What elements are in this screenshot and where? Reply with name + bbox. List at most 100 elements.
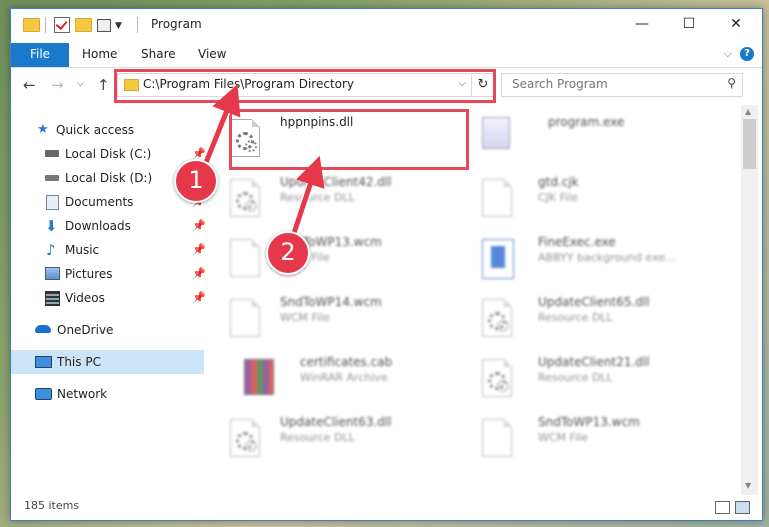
vertical-scrollbar[interactable]: ▲ ▼ (741, 105, 758, 495)
tab-home[interactable]: Home (82, 43, 117, 67)
dll-icon (230, 179, 260, 217)
up-icon[interactable]: ↑ (97, 76, 110, 94)
app-icon (482, 239, 514, 279)
tab-view[interactable]: View (198, 43, 226, 67)
help-icon[interactable]: ? (740, 47, 754, 61)
file-name: UpdateClient65.dll (538, 295, 650, 309)
search-icon[interactable]: ⚲ (727, 76, 736, 90)
pictures-icon (45, 267, 60, 280)
file-item[interactable]: certificates.cab WinRAR Archive (208, 349, 453, 407)
file-item[interactable]: FineExec.exe ABBYY background exe... (460, 229, 705, 287)
window-title: Program (151, 17, 202, 31)
file-type: WCM File (280, 311, 330, 324)
file-name: SndToWP13.wcm (538, 415, 640, 429)
recent-locations-icon[interactable]: ⌵ (77, 79, 84, 89)
download-icon: ⬇ (45, 217, 58, 235)
file-item[interactable]: UpdateClient65.dll Resource DLL (460, 289, 705, 347)
search-input[interactable]: Search Program (512, 77, 608, 91)
tab-share[interactable]: Share (141, 43, 176, 67)
file-name: UpdateClient42.dll (280, 175, 392, 189)
folder-icon (23, 18, 40, 32)
file-name: program.exe (548, 115, 625, 129)
minimize-button[interactable]: — (625, 13, 659, 37)
properties-icon[interactable] (97, 19, 111, 32)
title-bar: ▼ Program — ☐ ✕ (11, 9, 762, 41)
sidebar-item-downloads[interactable]: ⬇ Downloads 📌 (11, 214, 206, 238)
pin-icon[interactable]: 📌 (192, 214, 206, 238)
file-name: UpdateClient63.dll (280, 415, 392, 429)
close-button[interactable]: ✕ (719, 13, 753, 37)
pin-icon[interactable]: 📌 (192, 238, 206, 262)
file-item[interactable]: UpdateClient42.dll Resource DLL (208, 169, 453, 227)
item-count: 185 items (24, 499, 80, 512)
sidebar-item-label: Local Disk (C:) (65, 147, 152, 161)
large-icons-view-icon[interactable] (735, 501, 750, 514)
file-icon (230, 239, 260, 277)
sidebar-item-documents[interactable]: Documents 📌 (11, 190, 206, 214)
sidebar-item-label: Documents (65, 195, 134, 209)
file-icon (230, 299, 260, 337)
file-item[interactable]: SndToWP14.wcm WCM File (208, 289, 453, 347)
file-type: ABBYY background exe... (538, 251, 676, 264)
divider (137, 17, 138, 33)
dll-icon (230, 419, 260, 457)
exe-icon (482, 117, 510, 149)
maximize-button[interactable]: ☐ (672, 13, 706, 37)
documents-icon (46, 195, 59, 210)
file-type: Resource DLL (280, 431, 355, 444)
dll-icon (482, 299, 512, 337)
ribbon-tabs: File Home Share View ⌵ ? (11, 41, 762, 68)
file-item[interactable]: SndToWP13.wcm WCM File (208, 229, 453, 287)
file-type: WinRAR Archive (300, 371, 388, 384)
pin-icon[interactable]: 📌 (192, 262, 206, 286)
sidebar-item-quick-access[interactable]: ★ Quick access (11, 118, 204, 142)
search-box[interactable]: Search Program ⚲ (501, 73, 743, 97)
new-folder-icon[interactable] (75, 18, 92, 32)
music-icon: ♪ (46, 241, 56, 259)
drive-icon (45, 175, 59, 181)
file-item[interactable]: gtd.cjk CJK File (460, 169, 705, 227)
sidebar-item-label: Pictures (65, 267, 113, 281)
properties-check-icon[interactable] (54, 17, 70, 33)
computer-icon (35, 356, 52, 368)
details-view-icon[interactable] (715, 501, 730, 514)
star-icon: ★ (37, 122, 49, 137)
sidebar-item-label: OneDrive (57, 323, 114, 337)
status-bar: 185 items (11, 497, 762, 519)
file-item-program-exe[interactable]: program.exe (460, 109, 705, 167)
sidebar-item-music[interactable]: ♪ Music 📌 (11, 238, 206, 262)
navigation-pane: ★ Quick access Local Disk (C:) 📌 Local D… (11, 105, 207, 495)
scroll-up-icon[interactable]: ▲ (745, 107, 751, 116)
sidebar-item-onedrive[interactable]: OneDrive (11, 318, 204, 342)
sidebar-item-videos[interactable]: Videos 📌 (11, 286, 206, 310)
pin-icon[interactable]: 📌 (192, 286, 206, 310)
file-name: gtd.cjk (538, 175, 579, 189)
sidebar-item-label: Videos (65, 291, 105, 305)
tab-file[interactable]: File (11, 43, 69, 67)
file-name: certificates.cab (300, 355, 393, 369)
drive-icon (45, 150, 59, 157)
file-item[interactable]: UpdateClient21.dll Resource DLL (460, 349, 705, 407)
sidebar-item-label: Music (65, 243, 100, 257)
callout-badge-1: 1 (174, 159, 218, 203)
sidebar-item-pictures[interactable]: Pictures 📌 (11, 262, 206, 286)
expand-ribbon-icon[interactable]: ⌵ (724, 47, 732, 61)
file-item[interactable]: UpdateClient63.dll Resource DLL (208, 409, 453, 467)
back-icon[interactable]: ← (23, 76, 36, 94)
file-name: FineExec.exe (538, 235, 616, 249)
chevron-down-icon[interactable]: ▼ (115, 21, 122, 31)
sidebar-item-local-disk-c[interactable]: Local Disk (C:) 📌 (11, 142, 206, 166)
archive-icon (244, 359, 274, 395)
file-type: WCM File (538, 431, 588, 444)
sidebar-item-network[interactable]: Network (11, 382, 204, 406)
forward-icon[interactable]: → (51, 76, 64, 94)
file-icon (482, 179, 512, 217)
dll-icon (482, 359, 512, 397)
scrollbar-thumb[interactable] (743, 119, 756, 169)
scroll-down-icon[interactable]: ▼ (745, 481, 751, 490)
file-name: UpdateClient21.dll (538, 355, 650, 369)
divider (45, 17, 46, 33)
sidebar-item-label: Quick access (56, 123, 135, 137)
file-item[interactable]: SndToWP13.wcm WCM File (460, 409, 705, 467)
sidebar-item-this-pc[interactable]: This PC (11, 350, 204, 374)
